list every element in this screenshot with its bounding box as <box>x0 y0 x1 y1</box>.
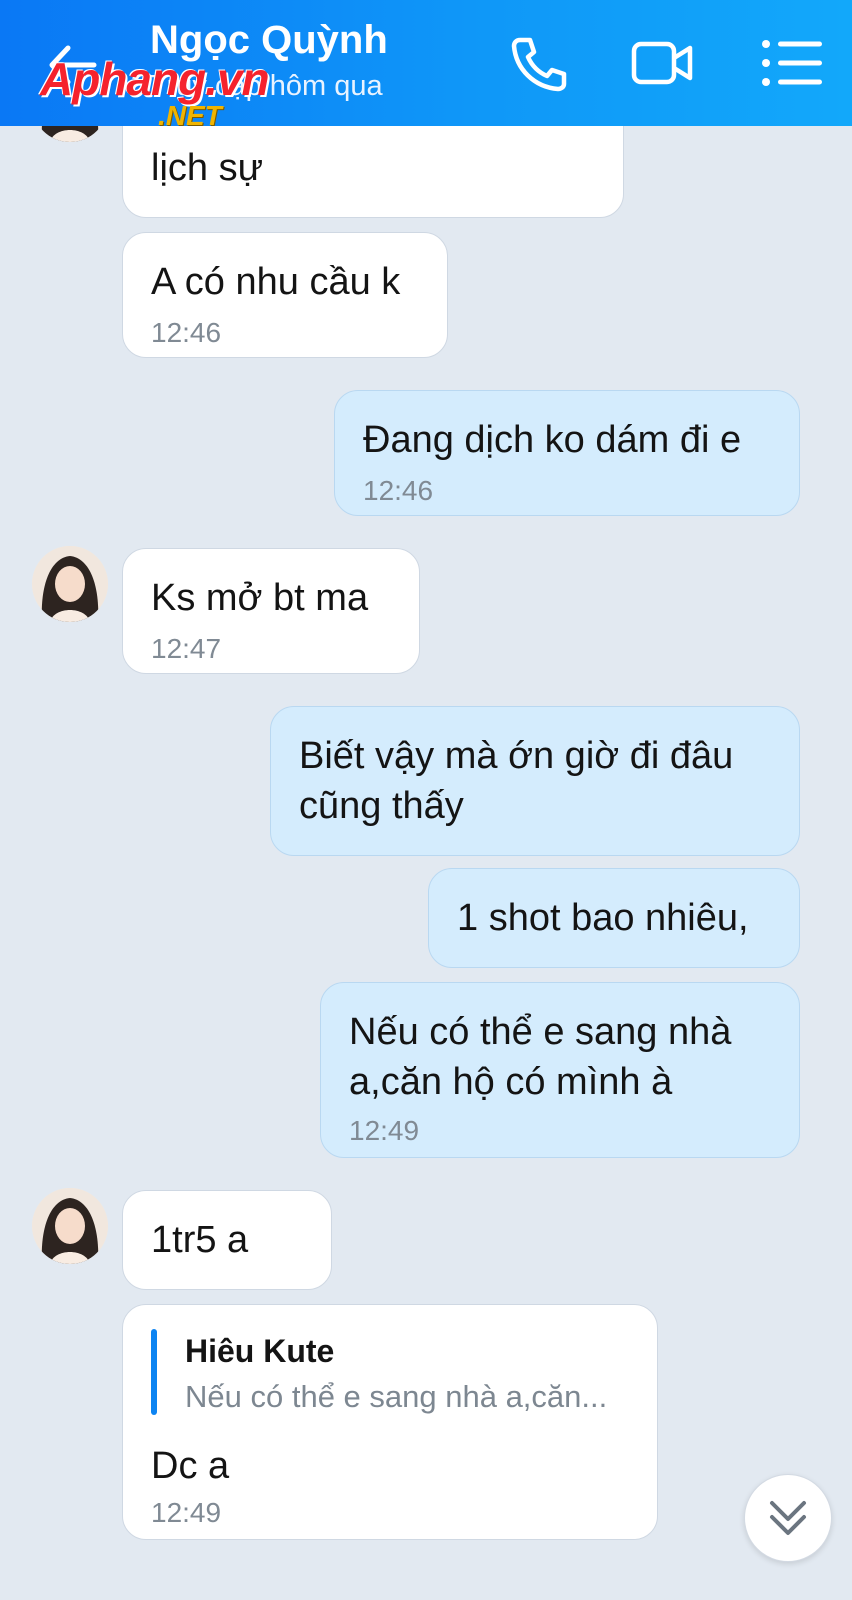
message-bubble[interactable]: Nếu có thể e sang nhà a,căn hộ có mình à… <box>320 982 800 1158</box>
video-camera-icon[interactable] <box>630 32 696 94</box>
double-chevron-down-icon <box>770 1501 806 1535</box>
message-time: 12:46 <box>151 317 222 348</box>
last-seen-status: Truy cập hôm qua <box>150 70 383 102</box>
phone-icon[interactable] <box>506 32 572 94</box>
chat-header: Ngọc Quỳnh Truy cập hôm qua <box>0 0 852 126</box>
arrow-left-icon[interactable] <box>42 36 100 94</box>
message-time: 12:49 <box>151 1497 222 1528</box>
message-time: 12:47 <box>151 633 222 664</box>
message-time: 12:49 <box>349 1115 420 1146</box>
avatar[interactable] <box>32 546 108 622</box>
message-bubble[interactable]: Đang dịch ko dám đi e 12:46 <box>334 390 800 516</box>
message-text: lịch sự <box>151 147 264 189</box>
reply-message-bubble[interactable]: Hiêu Kute Nếu có thể e sang nhà a,căn...… <box>122 1304 658 1540</box>
message-text: Ks mở bt ma <box>151 577 369 619</box>
message-text: Nếu có thể e sang nhà a,căn hộ có mình à <box>349 1011 732 1103</box>
menu-list-icon[interactable] <box>760 32 826 94</box>
contact-name[interactable]: Ngọc Quỳnh <box>150 18 388 63</box>
message-text: Dc a <box>151 1445 230 1487</box>
quote-accent-bar <box>151 1329 157 1415</box>
message-bubble[interactable]: 1tr5 a <box>122 1190 332 1290</box>
message-bubble[interactable]: A có nhu cầu k 12:46 <box>122 232 448 358</box>
message-bubble[interactable]: Ks mở bt ma 12:47 <box>122 548 420 674</box>
message-bubble[interactable]: 1 shot bao nhiêu, <box>428 868 800 968</box>
message-text: 1tr5 a <box>151 1219 249 1261</box>
quoted-message-text: Nếu có thể e sang nhà a,căn... <box>185 1379 608 1414</box>
scroll-to-bottom-button[interactable] <box>744 1474 832 1562</box>
message-text: Đang dịch ko dám đi e <box>363 419 742 461</box>
message-text: 1 shot bao nhiêu, <box>457 897 749 939</box>
message-text: Biết vậy mà ớn giờ đi đâu cũng thấy <box>299 735 734 827</box>
quoted-sender-name: Hiêu Kute <box>185 1333 335 1369</box>
message-bubble[interactable]: Biết vậy mà ớn giờ đi đâu cũng thấy <box>270 706 800 856</box>
message-time: 12:46 <box>363 475 434 506</box>
avatar[interactable] <box>32 1188 108 1264</box>
message-text: A có nhu cầu k <box>151 261 401 303</box>
